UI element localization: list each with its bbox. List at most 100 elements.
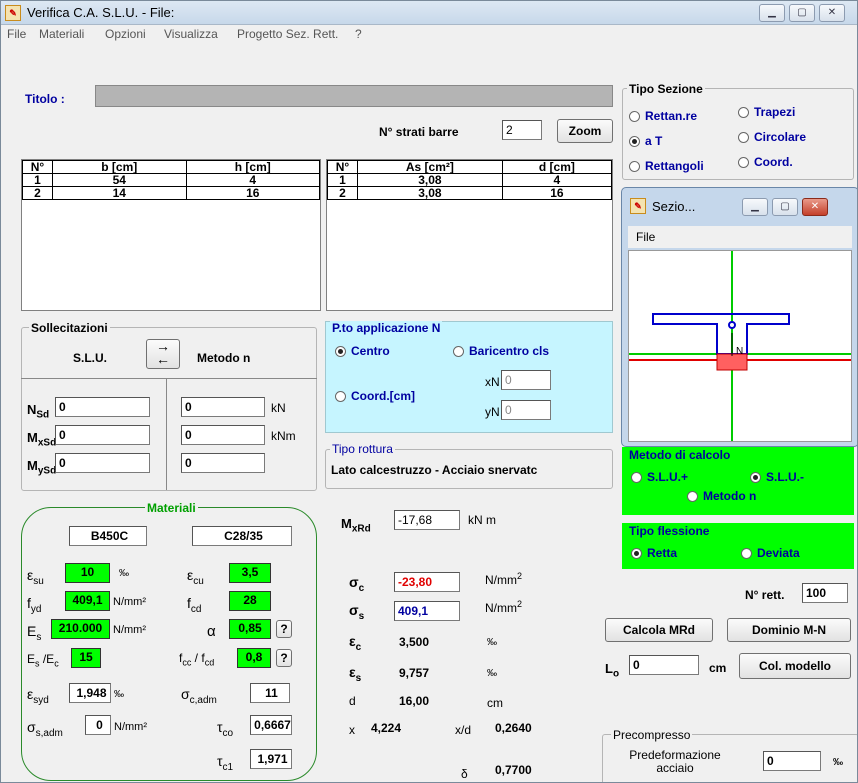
steel-class[interactable]: B450C	[69, 526, 147, 546]
concrete-class[interactable]: C28/35	[192, 526, 292, 546]
cell[interactable]: 16	[185, 186, 320, 200]
zoom-button[interactable]: Zoom	[557, 119, 613, 143]
col-modello-button[interactable]: Col. modello	[739, 653, 851, 679]
es-ec-input[interactable]: 15	[71, 648, 101, 668]
mxsd-n-input[interactable]: 0	[181, 425, 265, 445]
fcc-help-button[interactable]: ?	[276, 649, 292, 667]
menu-materiali[interactable]: Materiali	[39, 27, 84, 41]
strati-label: N° strati barre	[379, 125, 459, 139]
sezione-close-icon[interactable]: ✕	[802, 198, 828, 216]
radio-circolare[interactable]	[738, 132, 749, 143]
mysd-n-input[interactable]: 0	[181, 453, 265, 473]
scadm-input[interactable]: 11	[250, 683, 290, 703]
geom-header-h: h [cm]	[185, 160, 320, 174]
radio-deviata[interactable]	[741, 548, 752, 559]
cell[interactable]: 16	[501, 186, 613, 200]
cell[interactable]: 14	[52, 186, 187, 200]
sezione-window[interactable]: ✎ Sezio... ▁ ▢ ✕ File N	[621, 187, 857, 447]
fyd-input[interactable]: 409,1	[65, 591, 110, 611]
close-icon[interactable]: ✕	[819, 4, 845, 22]
radio-metodo-n[interactable]	[687, 491, 698, 502]
cell[interactable]: 4	[185, 173, 320, 187]
cell[interactable]: 3,08	[357, 173, 503, 187]
calcola-mrd-button[interactable]: Calcola MRd	[605, 618, 713, 642]
maximize-icon[interactable]: ▢	[789, 4, 815, 22]
lo-input[interactable]: 0	[629, 655, 699, 675]
mysd-input[interactable]: 0	[55, 453, 150, 473]
cell[interactable]: 2	[327, 186, 358, 200]
x-output: 4,224	[371, 721, 402, 735]
bars-table[interactable]: N° As [cm²] d [cm] 1 3,08 4 2 3,08 16	[326, 159, 613, 311]
table-row[interactable]: 1 3,08 4	[327, 173, 613, 187]
radio-rettangoli[interactable]	[629, 161, 640, 172]
label-coord-cm: Coord.[cm]	[351, 389, 415, 403]
es-input[interactable]: 210.000	[51, 619, 110, 639]
table-row[interactable]: 1 54 4	[22, 173, 320, 187]
minimize-icon[interactable]: ▁	[759, 4, 785, 22]
menu-opzioni[interactable]: Opzioni	[105, 27, 146, 41]
cell[interactable]: 2	[22, 186, 53, 200]
cell[interactable]: 1	[327, 173, 358, 187]
radio-slu-plus[interactable]	[631, 472, 642, 483]
table-row[interactable]: 2 14 16	[22, 186, 320, 200]
radio-slu-minus[interactable]	[750, 472, 761, 483]
flessione-title: Tipo flessione	[629, 524, 710, 538]
cell[interactable]: 1	[22, 173, 53, 187]
table-row[interactable]: 2 3,08 16	[327, 186, 613, 200]
radio-a-t[interactable]	[629, 136, 640, 147]
cell[interactable]: 3,08	[357, 186, 503, 200]
menu-visualizza[interactable]: Visualizza	[164, 27, 218, 41]
scadm-label: σc,adm	[181, 686, 217, 706]
rett-input[interactable]: 100	[802, 583, 848, 603]
ssadm-input[interactable]: 0	[85, 715, 111, 735]
fcd-input[interactable]: 28	[229, 591, 271, 611]
cell[interactable]: 54	[52, 173, 187, 187]
dominio-mn-button[interactable]: Dominio M-N	[727, 618, 851, 642]
radio-retta[interactable]	[631, 548, 642, 559]
cell[interactable]: 4	[501, 173, 613, 187]
radio-trapezi[interactable]	[738, 107, 749, 118]
menu-progetto[interactable]: Progetto Sez. Rett.	[237, 27, 338, 41]
esu-input[interactable]: 10	[65, 563, 110, 583]
predef-input[interactable]: 0	[763, 751, 821, 771]
tco-input[interactable]: 0,6667	[250, 715, 292, 735]
menu-file[interactable]: File	[7, 27, 26, 41]
swap-button[interactable]: → ←	[146, 339, 180, 369]
sezione-maximize-icon[interactable]: ▢	[772, 198, 798, 216]
strati-input[interactable]: 2	[502, 120, 542, 140]
nsd-n-input[interactable]: 0	[181, 397, 265, 417]
mxsd-input[interactable]: 0	[55, 425, 150, 445]
arrow-left-icon: ←	[156, 351, 170, 367]
radio-rettanre[interactable]	[629, 111, 640, 122]
label-circolare: Circolare	[754, 130, 807, 144]
radio-coord[interactable]	[738, 157, 749, 168]
fcc-fcd-input[interactable]: 0,8	[237, 648, 271, 668]
alpha-input[interactable]: 0,85	[229, 619, 271, 639]
sezione-minimize-icon[interactable]: ▁	[742, 198, 768, 216]
mxrd-label: MxRd	[341, 516, 371, 535]
lo-unit: cm	[709, 661, 727, 675]
ecu-label: εcu	[187, 567, 204, 587]
ecu-input[interactable]: 3,5	[229, 563, 271, 583]
x-label: x	[349, 723, 355, 737]
es-res-label: εs	[349, 664, 362, 684]
nsd-input[interactable]: 0	[55, 397, 150, 417]
predef-label: Predeformazione acciaio	[629, 748, 721, 775]
mysd-label: MySd	[27, 458, 57, 477]
xd-output: 0,2640	[495, 721, 532, 735]
esyd-input[interactable]: 1,948	[69, 683, 111, 703]
sezione-menu-file[interactable]: File	[636, 230, 655, 244]
tc1-input[interactable]: 1,971	[250, 749, 292, 769]
geometry-table[interactable]: N° b [cm] h [cm] 1 54 4 2 14 16	[21, 159, 321, 311]
alpha-help-button[interactable]: ?	[276, 620, 292, 638]
sollecitazioni-title: Sollecitazioni	[29, 321, 110, 335]
es-unit: N/mm²	[113, 624, 146, 636]
radio-baricentro[interactable]	[453, 346, 464, 357]
radio-centro[interactable]	[335, 346, 346, 357]
xn-input[interactable]: 0	[501, 370, 551, 390]
yn-input[interactable]: 0	[501, 400, 551, 420]
radio-coord-cm[interactable]	[335, 391, 346, 402]
esu-unit: ‰	[119, 568, 129, 579]
titolo-input[interactable]	[95, 85, 613, 107]
menu-help[interactable]: ?	[355, 27, 362, 41]
